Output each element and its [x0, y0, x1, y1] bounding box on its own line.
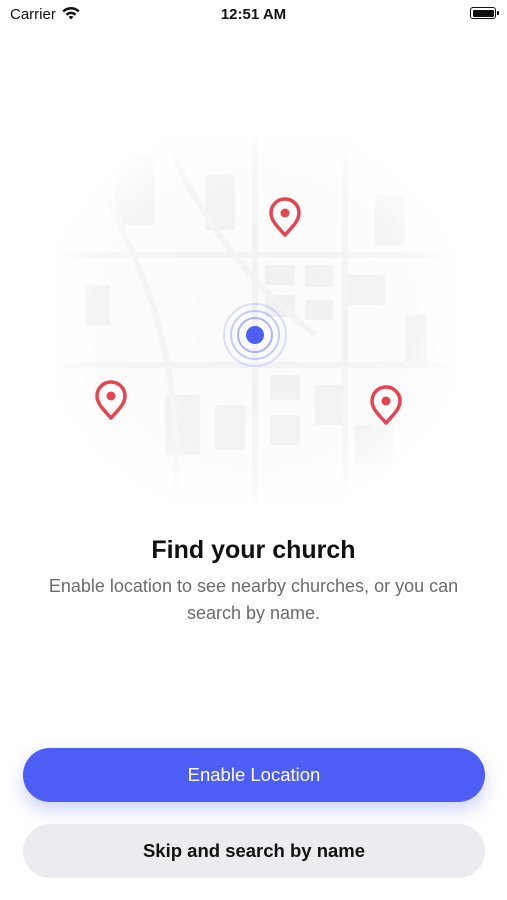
skip-search-by-name-button[interactable]: Skip and search by name	[23, 824, 485, 878]
enable-location-button[interactable]: Enable Location	[23, 748, 485, 802]
map-pin-icon	[269, 197, 301, 237]
map-pin-icon	[370, 385, 402, 425]
battery-icon	[470, 7, 499, 19]
page-subtitle: Enable location to see nearby churches, …	[48, 576, 459, 623]
clock: 12:51 AM	[220, 6, 287, 23]
status-bar: Carrier 12:51 AM	[0, 0, 507, 30]
map-pin-icon	[95, 380, 127, 420]
current-location-icon	[223, 303, 287, 367]
map-illustration	[55, 133, 455, 506]
page-title: Find your church	[151, 536, 356, 564]
